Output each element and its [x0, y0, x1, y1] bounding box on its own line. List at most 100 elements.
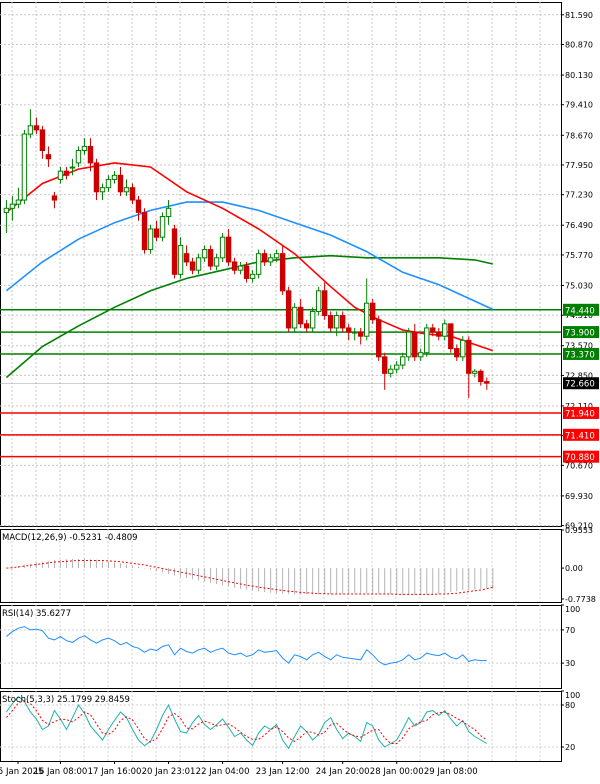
candle-body [357, 331, 364, 337]
candle-body [129, 187, 136, 201]
level-price-label: 73.370 [565, 350, 595, 360]
candle-body [442, 323, 448, 337]
candle-body [345, 327, 352, 333]
level-price-label: 71.410 [565, 431, 595, 441]
candle-body [27, 125, 34, 135]
candle-body [153, 228, 160, 238]
rsi-y-tick-label: 30 [565, 659, 575, 668]
x-axis-tick-label: 16 Jan 08:00 [34, 767, 88, 777]
candle-body [327, 315, 334, 329]
candle-body [183, 253, 190, 263]
candle-body [388, 368, 394, 374]
candle-body [309, 310, 316, 329]
candle-body [219, 236, 226, 259]
candle-body [69, 166, 76, 169]
stoch-label: Stoch(5,3,3) 25.1799 29.8459 [2, 695, 130, 705]
main-y-tick-label: 78.670 [565, 131, 593, 140]
candle-body [87, 145, 94, 164]
candle-body [243, 265, 250, 279]
candle-body [249, 273, 256, 279]
candle-body [436, 331, 442, 337]
candle-body [57, 170, 64, 180]
candle-body [195, 257, 202, 271]
candle-body [63, 170, 70, 176]
macd-y-tick-label: 0.9553 [565, 526, 593, 535]
candle-body [400, 356, 406, 366]
candle-body [51, 195, 58, 201]
candle-body [406, 331, 412, 358]
candle-body [237, 265, 244, 271]
candle-body [418, 352, 424, 358]
candle-body [448, 323, 454, 350]
candle-body [279, 253, 286, 292]
candle-body [165, 207, 172, 218]
candle-body [225, 236, 232, 263]
candle-body [105, 178, 112, 189]
candle-body [45, 154, 52, 160]
x-axis-tick-label: 20 Jan 23:01 [142, 767, 196, 777]
main-y-tick-label: 69.930 [565, 492, 593, 501]
candle-body [189, 261, 196, 271]
main-y-tick-label: 79.410 [565, 101, 593, 110]
main-y-tick-label: 77.230 [565, 191, 593, 200]
candle-body [147, 228, 154, 251]
rsi-y-tick-label: 70 [565, 626, 575, 635]
candle-body [99, 187, 106, 193]
candle-body [412, 331, 418, 358]
candle-body [261, 253, 268, 263]
candle-body [171, 228, 178, 275]
main-y-tick-label: 75.030 [565, 281, 593, 290]
candle-body [472, 370, 478, 374]
stoch-y-tick-label: 80 [565, 701, 575, 710]
chart-canvas[interactable]: 81.590 80.870 80.130 79.410 78.670 77.950 77.2… [0, 0, 600, 780]
candle-body [376, 319, 382, 358]
candle-body [339, 315, 346, 329]
level-price-label: 72.660 [565, 380, 595, 390]
candle-body [351, 331, 358, 334]
candle-body [466, 339, 472, 374]
candle-body [303, 323, 310, 329]
candle-body [111, 174, 118, 180]
main-y-tick-label: 76.490 [565, 221, 593, 230]
candle-body [370, 302, 376, 321]
trading-chart[interactable]: 81.590 80.870 80.130 79.410 78.670 77.950 77.2… [0, 0, 600, 780]
candle-body [123, 187, 130, 193]
candle-body [333, 315, 340, 329]
candle-body [213, 257, 220, 267]
candle-body [315, 290, 322, 312]
candle-body [159, 216, 166, 238]
candle-body [394, 364, 400, 370]
x-axis-tick-label: 28 Jan 00:00 [370, 767, 424, 777]
rsi-label: RSI(14) 35.6277 [2, 609, 71, 619]
candle-body [93, 162, 100, 193]
candle-body [15, 199, 22, 205]
candle-body [81, 145, 88, 152]
candle-body [33, 125, 40, 131]
x-axis-tick-label: 23 Jan 12:00 [256, 767, 310, 777]
level-price-label: 73.900 [565, 329, 595, 339]
candle-body [273, 253, 280, 259]
candle-body [207, 249, 214, 267]
candle-body [297, 306, 304, 325]
candle-body [382, 356, 388, 374]
level-price-label: 74.440 [565, 306, 595, 316]
stoch-y-tick-label: 100 [565, 691, 580, 700]
candle-body [201, 249, 208, 259]
x-axis-tick-label: 24 Jan 20:00 [316, 767, 370, 777]
candle-body [424, 327, 430, 354]
main-y-tick-label: 81.590 [565, 11, 593, 20]
main-y-tick-label: 77.950 [565, 161, 593, 170]
rsi-panel-frame [0, 605, 562, 689]
level-price-label: 70.880 [565, 453, 595, 463]
candle-body [267, 257, 274, 263]
candle-body [460, 339, 466, 358]
macd-y-tick-label: -0.7738 [565, 595, 596, 604]
macd-y-tick-label: 0.00 [565, 564, 583, 573]
candle-body [364, 302, 370, 337]
candle-body [291, 306, 298, 329]
x-axis-tick-label: 22 Jan 04:00 [196, 767, 250, 777]
candle-body [484, 381, 490, 384]
candle-body [478, 370, 484, 383]
main-y-tick-label: 80.870 [565, 40, 593, 49]
candle-body [117, 174, 124, 193]
